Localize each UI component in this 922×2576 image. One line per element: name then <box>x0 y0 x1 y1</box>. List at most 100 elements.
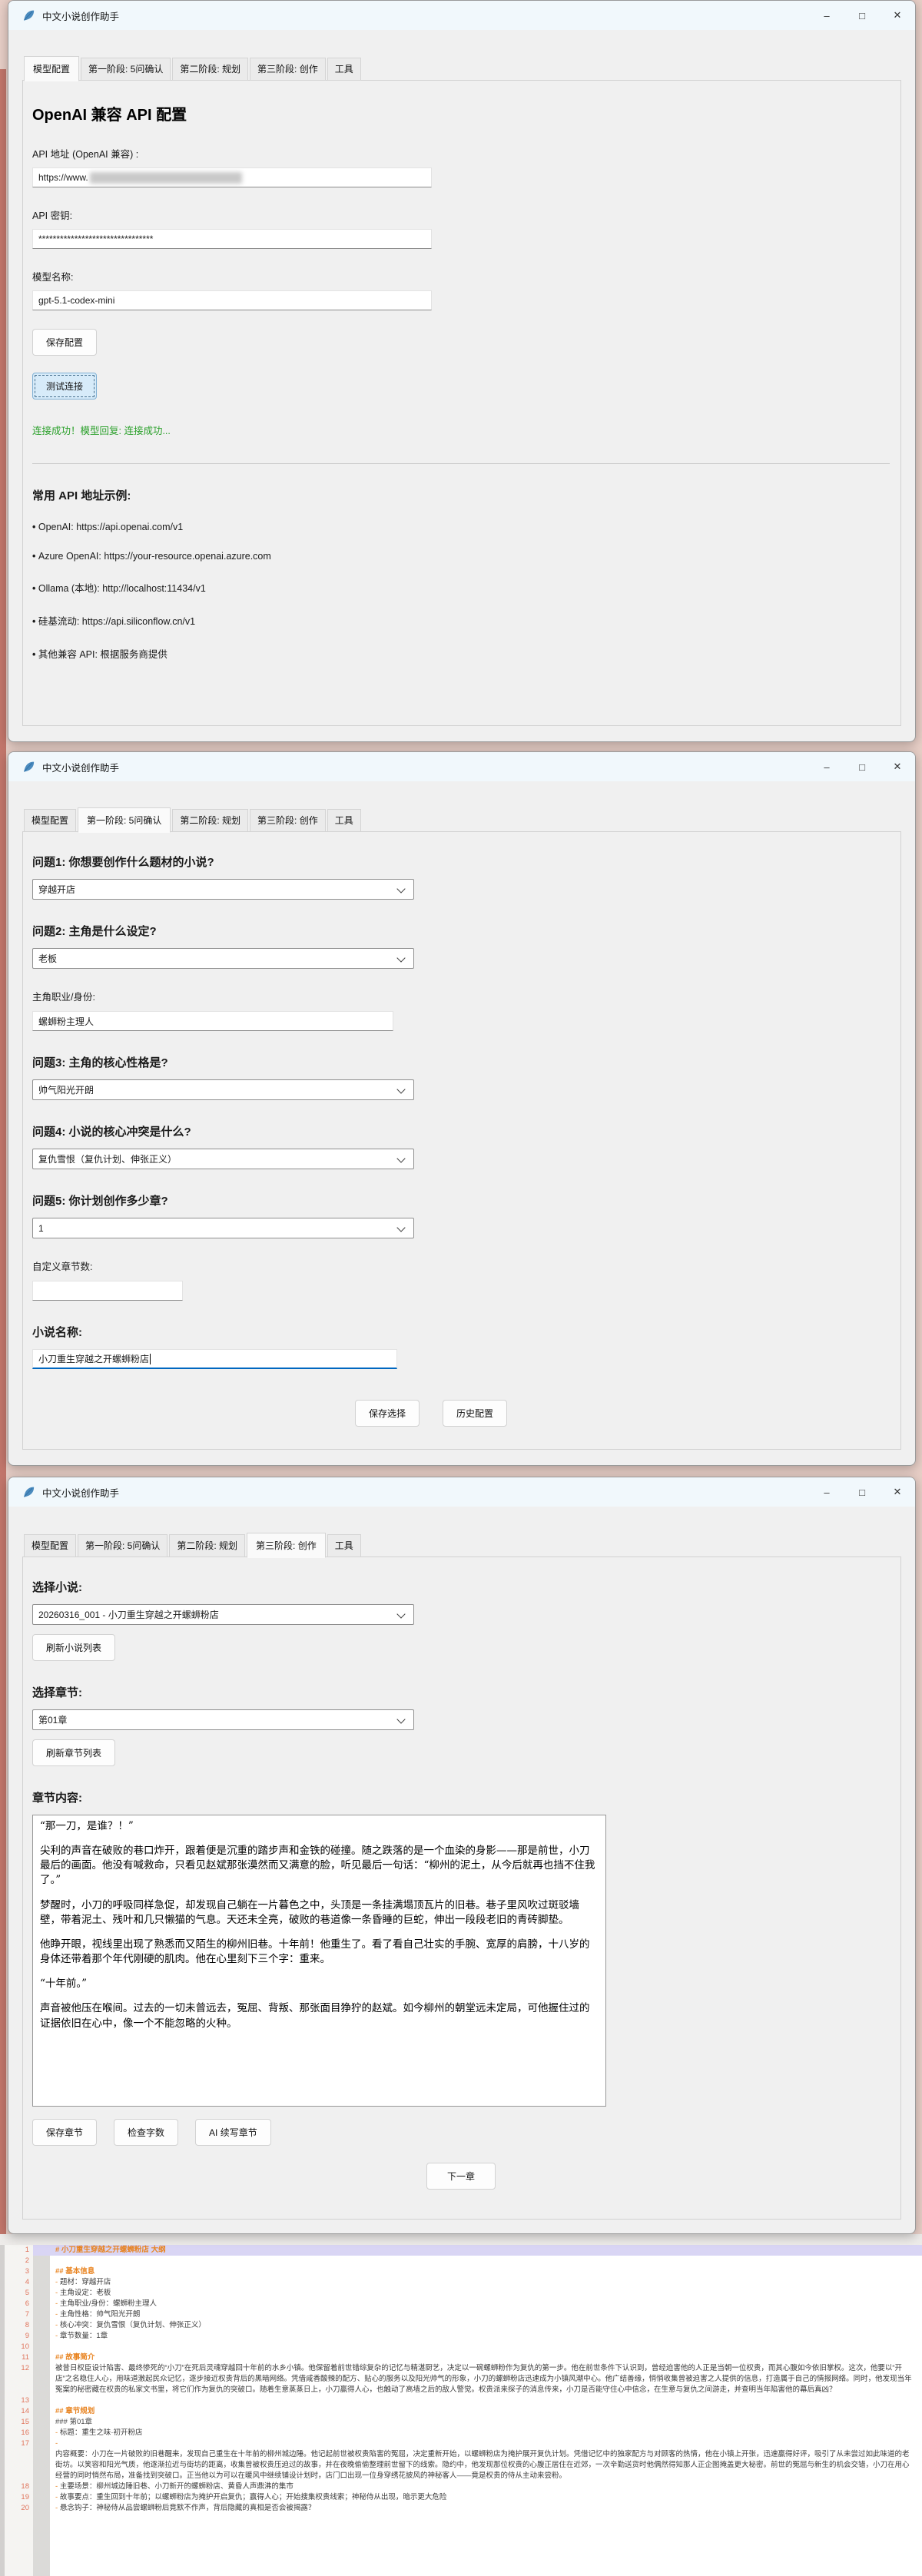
save-selection-button[interactable]: 保存选择 <box>355 1400 420 1427</box>
tab-2[interactable]: 第二阶段: 规划 <box>172 809 248 832</box>
tab-3[interactable]: 第三阶段: 创作 <box>250 58 326 81</box>
minimize-button[interactable]: – <box>809 1477 844 1507</box>
tab-0[interactable]: 模型配置 <box>24 56 79 81</box>
close-button[interactable]: ✕ <box>880 1 915 30</box>
occupation-input[interactable]: 螺蛳粉主理人 <box>32 1011 393 1031</box>
line-number: 2 <box>5 2256 33 2266</box>
conflict-select-value: 复仇雪恨（复仇计划、伸张正义） <box>38 1152 177 1165</box>
question3-label: 问题3: 主角的核心性格是? <box>32 1054 890 1070</box>
api-example-item: 硅基流动: https://api.siliconflow.cn/v1 <box>32 613 890 628</box>
chapter-count-select-value: 1 <box>38 1223 44 1234</box>
tab-2[interactable]: 第二阶段: 规划 <box>172 58 248 81</box>
editor-line-11: 11## 故事简介 <box>0 2352 922 2363</box>
tab-3[interactable]: 第三阶段: 创作 <box>247 1533 326 1558</box>
save-chapter-button[interactable]: 保存章节 <box>32 2119 97 2146</box>
chapter-select[interactable]: 第01章 <box>32 1709 414 1730</box>
editor-lines[interactable]: 1# 小刀重生穿越之开螺蛳粉店 大纲23## 基本信息4- 题材：穿越开店5- … <box>0 2245 922 2576</box>
editor-line-1: 1# 小刀重生穿越之开螺蛳粉店 大纲 <box>0 2245 922 2256</box>
editor-line-text: - 内容概要：小刀在一片破败的旧巷醒来，发现自己重生在十年前的柳州城边陲。他记起… <box>50 2438 922 2482</box>
chevron-down-icon <box>396 1223 405 1232</box>
editor-line-text: 被昔日权臣设计陷害、最终惨死的“小刀”在死后灵魂穿越回十年前的水乡小镇。他保留着… <box>50 2363 922 2395</box>
tab-4[interactable]: 工具 <box>327 1534 361 1557</box>
line-number: 5 <box>5 2288 33 2299</box>
tab-1[interactable]: 第一阶段: 5问确认 <box>78 807 171 833</box>
editor-line-6: 6- 主角职业/身份：螺蛳粉主理人 <box>0 2299 922 2309</box>
close-button[interactable]: ✕ <box>880 1477 915 1507</box>
tab-4[interactable]: 工具 <box>327 809 361 832</box>
line-number: 19 <box>5 2492 33 2503</box>
chapter-paragraph: “那一刀，是谁？！” <box>40 1819 599 1834</box>
maximize-button[interactable]: □ <box>844 1 880 30</box>
editor-line-text <box>50 2342 922 2352</box>
titlebar: 中文小说创作助手 – □ ✕ <box>8 1 915 30</box>
editor-line-8: 8- 核心冲突：复仇雪恨（复仇计划、伸张正义） <box>0 2320 922 2331</box>
maximize-button[interactable]: □ <box>844 1477 880 1507</box>
custom-chapters-input[interactable] <box>32 1281 183 1301</box>
tab-3[interactable]: 第三阶段: 创作 <box>250 809 326 832</box>
save-config-button[interactable]: 保存配置 <box>32 329 97 356</box>
chapter-paragraph: 梦醒时，小刀的呼吸同样急促，却发现自己躺在一片暮色之中，头顶是一条挂满塌顶瓦片的… <box>40 1898 599 1928</box>
api-url-value: https://www. <box>38 172 88 183</box>
close-button[interactable]: ✕ <box>880 752 915 781</box>
tab-pane-writing: 选择小说: 20260316_001 - 小刀重生穿越之开螺蛳粉店 刷新小说列表… <box>22 1557 901 2220</box>
question1-label: 问题1: 你想要创作什么题材的小说? <box>32 854 890 870</box>
line-number: 10 <box>5 2342 33 2352</box>
question2-label: 问题2: 主角是什么设定? <box>32 923 890 939</box>
api-examples-list: OpenAI: https://api.openai.com/v1Azure O… <box>32 522 890 661</box>
tab-1[interactable]: 第一阶段: 5问确认 <box>81 58 171 81</box>
tab-2[interactable]: 第二阶段: 规划 <box>169 1534 245 1557</box>
minimize-button[interactable]: – <box>809 752 844 781</box>
refresh-novels-button[interactable]: 刷新小说列表 <box>32 1634 115 1661</box>
chevron-down-icon <box>396 1610 405 1618</box>
line-number: 1 <box>5 2245 33 2256</box>
refresh-chapters-button[interactable]: 刷新章节列表 <box>32 1739 115 1766</box>
novel-select-value: 20260316_001 - 小刀重生穿越之开螺蛳粉店 <box>38 1608 219 1621</box>
tab-bar: 模型配置第一阶段: 5问确认第二阶段: 规划第三阶段: 创作工具 <box>8 809 915 831</box>
tab-4[interactable]: 工具 <box>327 58 361 81</box>
chevron-down-icon <box>396 953 405 962</box>
editor-line-text: - 悬念钩子：神秘侍从品尝螺蛳粉后竟默不作声，背后隐藏的真相是否会被揭露？ <box>50 2503 922 2514</box>
editor-line-text: - 主角设定：老板 <box>50 2288 922 2299</box>
chapter-paragraph: 尖利的声音在破败的巷口炸开，跟着便是沉重的踏步声和金铁的碰撞。随之跌落的是一个血… <box>40 1844 599 1888</box>
personality-select[interactable]: 帅气阳光开朗 <box>32 1079 414 1100</box>
api-key-input[interactable]: ******************************** <box>32 229 432 249</box>
editor-line-text: ## 基本信息 <box>50 2266 922 2277</box>
novel-name-input[interactable]: 小刀重生穿越之开螺蛳粉店 <box>32 1349 397 1369</box>
novel-select[interactable]: 20260316_001 - 小刀重生穿越之开螺蛳粉店 <box>32 1604 414 1625</box>
divider <box>32 463 890 464</box>
ai-continue-button[interactable]: AI 续写章节 <box>195 2119 271 2146</box>
tab-1[interactable]: 第一阶段: 5问确认 <box>78 1534 167 1557</box>
next-chapter-button[interactable]: 下一章 <box>426 2163 496 2190</box>
editor-line-17: 17- 内容概要：小刀在一片破败的旧巷醒来，发现自己重生在十年前的柳州城边陲。他… <box>0 2438 922 2482</box>
api-url-input[interactable]: https://www. <box>32 167 432 187</box>
model-name-label: 模型名称: <box>32 269 890 283</box>
test-connection-button[interactable]: 测试连接 <box>32 373 97 399</box>
chapter-count-select[interactable]: 1 <box>32 1218 414 1238</box>
protagonist-select[interactable]: 老板 <box>32 948 414 969</box>
editor-line-19: 19- 故事要点：重生回到十年前；以螺蛳粉店为掩护开启复仇；赢得人心；开始搜集权… <box>0 2492 922 2503</box>
model-name-input[interactable]: gpt-5.1-codex-mini <box>32 290 432 310</box>
editor-line-text: ## 故事简介 <box>50 2352 922 2363</box>
outline-editor: 1# 小刀重生穿越之开螺蛳粉店 大纲23## 基本信息4- 题材：穿越开店5- … <box>0 2234 922 2576</box>
python-logo-icon <box>22 761 35 773</box>
editor-line-text <box>50 2256 922 2266</box>
editor-line-3: 3## 基本信息 <box>0 2266 922 2277</box>
check-word-count-button[interactable]: 检查字数 <box>114 2119 178 2146</box>
editor-filler <box>0 2514 922 2576</box>
conflict-select[interactable]: 复仇雪恨（复仇计划、伸张正义） <box>32 1149 414 1169</box>
window-five-questions: 中文小说创作助手 – □ ✕ 模型配置第一阶段: 5问确认第二阶段: 规划第三阶… <box>8 751 916 1466</box>
tab-0[interactable]: 模型配置 <box>24 1534 76 1557</box>
genre-select[interactable]: 穿越开店 <box>32 879 414 900</box>
api-key-label: API 密钥: <box>32 207 890 222</box>
protagonist-select-value: 老板 <box>38 952 57 965</box>
redacted-api-url <box>90 172 242 184</box>
editor-line-12: 12被昔日权臣设计陷害、最终惨死的“小刀”在死后灵魂穿越回十年前的水乡小镇。他保… <box>0 2363 922 2395</box>
chapter-content-textarea[interactable]: “那一刀，是谁？！” 尖利的声音在破败的巷口炸开，跟着便是沉重的踏步声和金铁的碰撞… <box>32 1815 606 2107</box>
custom-chapters-label: 自定义章节数: <box>32 1258 890 1273</box>
tab-0[interactable]: 模型配置 <box>24 809 76 832</box>
history-config-button[interactable]: 历史配置 <box>443 1400 507 1427</box>
maximize-button[interactable]: □ <box>844 752 880 781</box>
connection-status-message: 连接成功！模型回复: 连接成功... <box>32 423 890 437</box>
editor-line-text: - 核心冲突：复仇雪恨（复仇计划、伸张正义） <box>50 2320 922 2331</box>
minimize-button[interactable]: – <box>809 1 844 30</box>
